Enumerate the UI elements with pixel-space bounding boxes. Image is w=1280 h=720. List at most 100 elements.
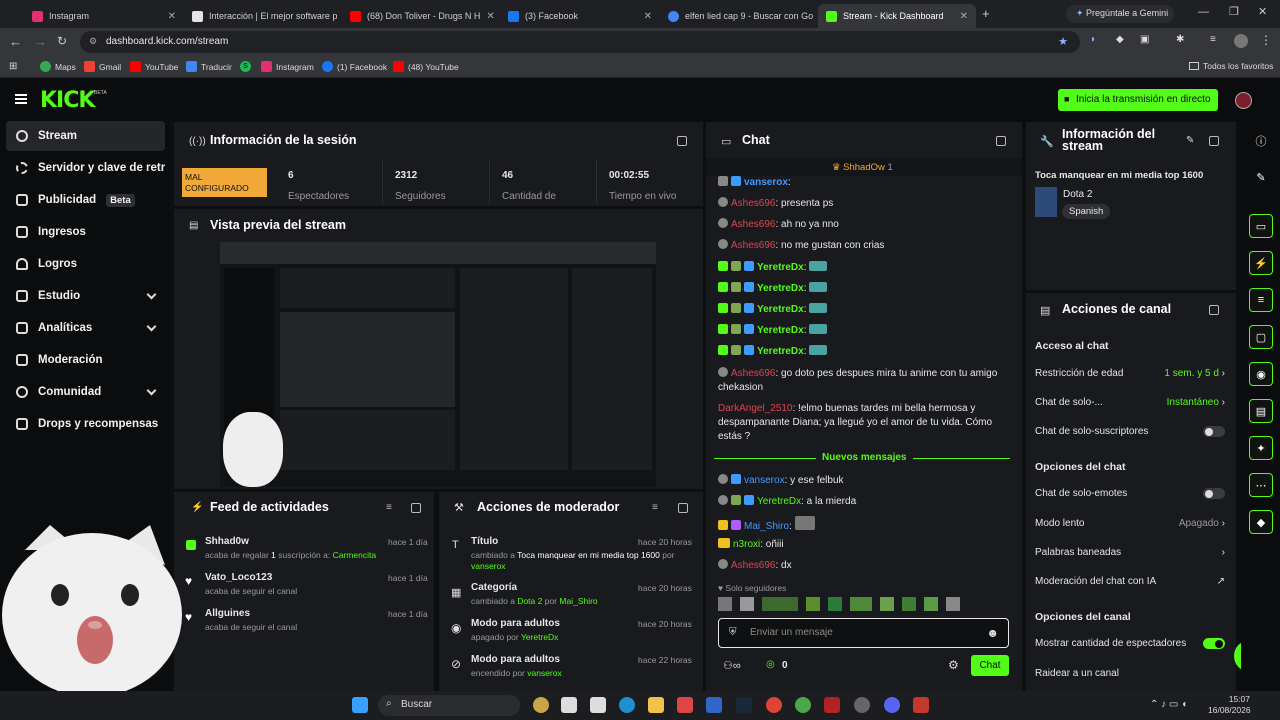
popout-icon[interactable] [1209, 136, 1219, 146]
extension-icon[interactable]: ◆ [1116, 34, 1124, 45]
sidebar-item-stream[interactable]: Stream [6, 121, 165, 151]
show-viewers-toggle[interactable] [1203, 638, 1225, 649]
app-icon[interactable] [913, 697, 929, 713]
app-icon[interactable] [677, 697, 693, 713]
minimize-button[interactable]: — [1198, 6, 1209, 18]
subs-only-toggle[interactable] [1203, 426, 1225, 437]
filter-icon[interactable]: ≡ [652, 502, 658, 513]
lightning-icon[interactable]: ⚡ [1249, 251, 1273, 275]
sidebar-item-drops[interactable]: Drops y recompensas [6, 409, 165, 439]
close-tab-icon[interactable]: ✕ [644, 11, 652, 22]
pinned-gifter[interactable]: ♛ ShhadOw 1 [832, 162, 893, 173]
app-icon[interactable] [706, 697, 722, 713]
bookmark-s[interactable]: S [240, 61, 251, 72]
sidebar-item-revenue[interactable]: Ingresos [6, 217, 165, 247]
filter-icon[interactable]: ≡ [386, 502, 392, 513]
bookmark-instagram[interactable]: Instagram [261, 61, 314, 72]
browser-tab[interactable]: (68) Don Toliver - Drugs N H ✕ [342, 4, 500, 28]
browser-menu-icon[interactable]: ⋮ [1260, 33, 1272, 47]
chat-icon[interactable]: ▢ [1249, 325, 1273, 349]
emotes-only-toggle[interactable] [1203, 488, 1225, 499]
extension-icon[interactable]: ✱ [1176, 34, 1184, 45]
chat-message-input[interactable]: ⛨ Enviar un mensaje ☻ [718, 618, 1009, 648]
steam-icon[interactable] [736, 697, 752, 713]
app-icon[interactable] [824, 697, 840, 713]
bookmark-facebook[interactable]: (1) Facebook [322, 61, 387, 72]
popout-icon[interactable] [411, 503, 421, 513]
emoji-icon[interactable]: ☻ [986, 626, 999, 640]
tray-icons[interactable]: ⌃ ♪ ▭ ◖ [1150, 699, 1187, 710]
chat-username[interactable]: vanserox [744, 475, 785, 486]
taskbar-search[interactable]: ⌕ Buscar [378, 695, 520, 716]
send-chat-button[interactable]: Chat [971, 655, 1009, 676]
forward-icon[interactable]: → [34, 34, 47, 49]
kick-logo[interactable]: KICK [40, 88, 95, 113]
bookmark-translate[interactable]: Traducir [186, 61, 232, 72]
slow-mode-row[interactable]: Modo lento Apagado › [1035, 518, 1225, 529]
browser-tab[interactable]: elfen lied cap 9 - Buscar con Go✕ [660, 4, 818, 28]
chat-username[interactable]: YeretreDx [757, 325, 804, 336]
site-info-icon[interactable]: ⚙ [89, 36, 97, 47]
gift-icon[interactable]: ◆ [1249, 510, 1273, 534]
chat-username[interactable]: YeretreDx [757, 283, 804, 294]
bookmark-youtube[interactable]: YouTube [130, 61, 178, 72]
edge-icon[interactable] [619, 697, 635, 713]
chat-tools-icon[interactable]: ⚇∞ [723, 659, 741, 672]
chrome-icon[interactable] [766, 697, 782, 713]
broadcast-icon[interactable]: ◉ [1249, 362, 1273, 386]
all-bookmarks[interactable]: Todos los favoritos [1189, 61, 1273, 71]
emote-icon[interactable] [762, 597, 798, 611]
settings-gear-icon[interactable]: ⚙ [948, 658, 959, 672]
chat-username[interactable]: DarkAngel_2510 [718, 403, 793, 414]
chat-username[interactable]: YeretreDx [757, 262, 804, 273]
sidebar-item-ads[interactable]: Publicidad Beta [6, 185, 165, 215]
sidebar-item-achievements[interactable]: Logros [6, 249, 165, 279]
close-tab-icon[interactable]: ✕ [168, 11, 176, 22]
wrench-icon[interactable]: ✦ [1249, 436, 1273, 460]
app-icon[interactable] [533, 697, 549, 713]
category-value[interactable]: Dota 2 [1063, 189, 1092, 200]
reload-icon[interactable]: ↻ [57, 34, 67, 48]
reading-list-icon[interactable]: ≡ [1210, 34, 1216, 45]
emote-icon[interactable] [880, 597, 894, 611]
bookmark-star-icon[interactable]: ★ [1058, 35, 1068, 48]
activity-user[interactable]: Shhad0w [205, 536, 249, 547]
chat-username[interactable]: n3roxi [733, 539, 760, 550]
windows-start-icon[interactable] [352, 697, 368, 713]
chrome-active-icon[interactable] [795, 697, 811, 713]
close-tab-icon[interactable]: ✕ [960, 11, 968, 22]
chat-username[interactable]: Ashes696 [731, 198, 775, 209]
profile-avatar[interactable] [1234, 34, 1248, 48]
emote-icon[interactable] [718, 597, 732, 611]
chat-solo-row[interactable]: Chat de solo-... Instantáneo › [1035, 397, 1225, 408]
hamburger-menu-icon[interactable] [15, 94, 27, 96]
browser-tab[interactable]: Instagram ✕ [24, 4, 184, 28]
layout-icon[interactable]: ▭ [1249, 214, 1273, 238]
maximize-button[interactable]: ❐ [1229, 5, 1239, 18]
app-icon[interactable] [854, 697, 870, 713]
clock-date[interactable]: 16/08/2026 [1208, 705, 1251, 715]
bookmark-gmail[interactable]: Gmail [84, 61, 121, 72]
sidebar-item-analytics[interactable]: Analíticas [6, 313, 165, 343]
start-stream-button[interactable]: ■ Inicia la transmisión en directo [1058, 89, 1218, 111]
url-input[interactable]: ⚙ dashboard.kick.com/stream ★ [80, 31, 1080, 53]
age-restriction-row[interactable]: Restricción de edad 1 sem. y 5 d › [1035, 368, 1225, 379]
extension-icon[interactable]: ◗ [1090, 34, 1096, 45]
user-avatar[interactable] [1235, 92, 1252, 109]
share-icon[interactable]: ⋯ [1249, 473, 1273, 497]
chat-username[interactable]: YeretreDx [757, 304, 804, 315]
bookmark-youtube-2[interactable]: (48) YouTube [393, 61, 459, 72]
file-explorer-icon[interactable] [648, 697, 664, 713]
sidebar-item-server-key[interactable]: Servidor y clave de retransmisión [6, 153, 165, 183]
chat-username[interactable]: Ashes696 [731, 368, 775, 379]
bookmark-maps[interactable]: Maps [40, 61, 76, 72]
emote-icon[interactable] [850, 597, 872, 611]
browser-tab[interactable]: (3) Facebook ✕ [500, 4, 660, 28]
emote-icon[interactable] [902, 597, 916, 611]
info-icon[interactable]: ⓘ [1249, 129, 1273, 153]
banned-words-row[interactable]: Palabras baneadas › [1035, 547, 1225, 558]
popout-icon[interactable] [996, 136, 1006, 146]
list-icon[interactable]: ≡ [1249, 288, 1273, 312]
app-icon[interactable] [590, 697, 606, 713]
app-icon[interactable] [561, 697, 577, 713]
